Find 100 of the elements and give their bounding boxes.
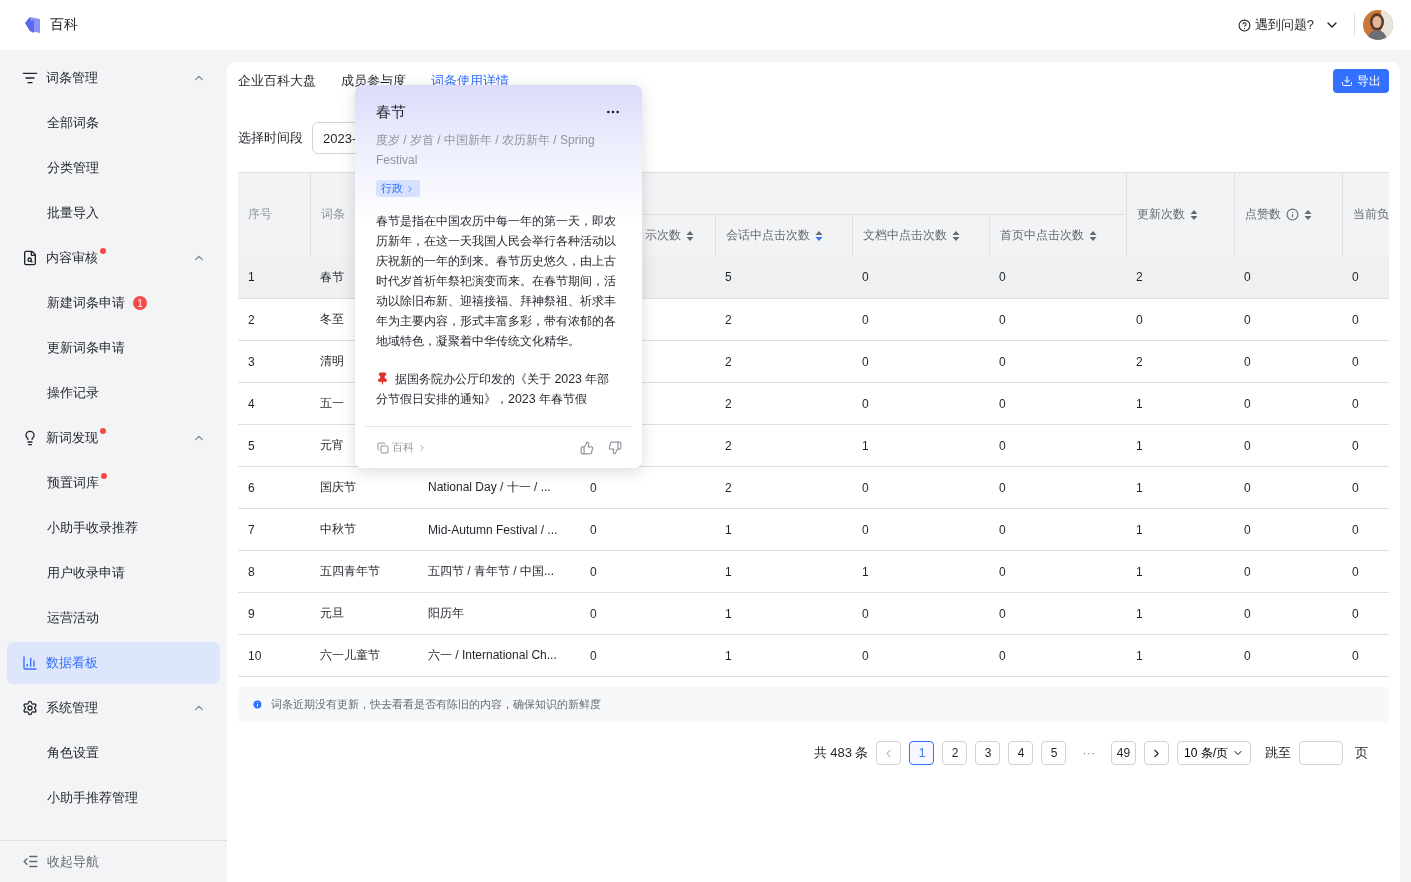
table-cell: 0 bbox=[1342, 382, 1389, 425]
table-cell: 1 bbox=[1126, 592, 1234, 635]
table-cell: 0 bbox=[989, 340, 1126, 383]
table-cell: 0 bbox=[1234, 340, 1342, 383]
nav-group[interactable]: 内容审核 bbox=[7, 237, 220, 279]
table-cell: 0 bbox=[1342, 466, 1389, 509]
help-icon bbox=[1237, 18, 1251, 32]
total-count: 共 483 条 bbox=[813, 744, 869, 762]
table-cell: 0 bbox=[1342, 298, 1389, 341]
table-row[interactable]: 6 国庆节 National Day / 十一 / ... 0 2 0 0 1 0 0 bbox=[238, 466, 1389, 509]
nav-item[interactable]: 新建词条申请 1 bbox=[7, 282, 220, 324]
table-cell: Mid-Autumn Festival / ... bbox=[418, 508, 580, 551]
table-cell: 2 bbox=[715, 298, 852, 341]
column-header[interactable]: 点赞数 bbox=[1234, 172, 1342, 257]
table-cell: 2 bbox=[715, 424, 852, 467]
table-cell: 10 bbox=[238, 634, 310, 677]
thumbs-down-icon[interactable] bbox=[608, 440, 622, 455]
table-cell: 0 bbox=[989, 466, 1126, 509]
nav-item[interactable]: 更新词条申请 bbox=[7, 327, 220, 369]
column-header: 当前负 bbox=[1342, 172, 1389, 257]
help-button[interactable]: 遇到问题? bbox=[1237, 16, 1314, 34]
nav-item[interactable]: 分类管理 bbox=[7, 147, 220, 189]
table-cell: 0 bbox=[852, 298, 989, 341]
nav-item[interactable]: 小助手收录推荐 bbox=[7, 507, 220, 549]
page-button[interactable]: 4 bbox=[1008, 741, 1034, 765]
table-cell: 2 bbox=[1126, 340, 1234, 383]
table-cell: 0 bbox=[1234, 508, 1342, 551]
table-cell: 0 bbox=[852, 256, 989, 299]
table-cell: 8 bbox=[238, 550, 310, 593]
table-cell: 1 bbox=[1126, 634, 1234, 677]
table-cell: 1 bbox=[1126, 508, 1234, 551]
chevron-right-icon bbox=[405, 183, 415, 194]
nav-item[interactable]: 小助手推荐管理 bbox=[7, 777, 220, 819]
table-cell: 1 bbox=[715, 592, 852, 635]
alias-list: 度岁 / 岁首 / 中国新年 / 农历新年 / Spring Festival bbox=[376, 130, 621, 170]
table-cell: 0 bbox=[1234, 550, 1342, 593]
nav-item[interactable]: 批量导入 bbox=[7, 192, 220, 234]
nav-item[interactable]: 全部词条 bbox=[7, 102, 220, 144]
list-filter-icon bbox=[22, 70, 38, 86]
jump-label: 跳至 bbox=[1265, 744, 1291, 762]
column-header[interactable]: 文档中点击次数 bbox=[852, 214, 989, 257]
table-cell: 0 bbox=[1342, 550, 1389, 593]
table-cell: 0 bbox=[580, 550, 715, 593]
previous-page-button[interactable] bbox=[876, 741, 902, 765]
page-jump-field[interactable] bbox=[1299, 741, 1343, 765]
nav-item[interactable]: 用户收录申请 bbox=[7, 552, 220, 594]
table-cell: 0 bbox=[989, 298, 1126, 341]
page-button[interactable]: 3 bbox=[975, 741, 1001, 765]
table-cell: 1 bbox=[238, 256, 310, 299]
file-search-icon bbox=[22, 250, 38, 266]
table-cell: 7 bbox=[238, 508, 310, 551]
table-row[interactable]: 9 元旦 阳历年 0 1 0 0 1 0 0 bbox=[238, 592, 1389, 635]
table-cell: 1 bbox=[852, 424, 989, 467]
nav-item[interactable]: 预置词库 bbox=[7, 462, 220, 504]
table-cell: 0 bbox=[852, 634, 989, 677]
chevron-right-icon bbox=[417, 442, 427, 453]
page-unit: 页 bbox=[1355, 744, 1368, 762]
page-button[interactable]: 5 bbox=[1041, 741, 1067, 765]
table-cell: 4 bbox=[238, 382, 310, 425]
nav-item[interactable]: 运营活动 bbox=[7, 597, 220, 639]
table-row[interactable]: 7 中秋节 Mid-Autumn Festival / ... 0 1 0 0 1 0 0 bbox=[238, 508, 1389, 551]
nav-item[interactable]: 角色设置 bbox=[7, 732, 220, 774]
page-size-select[interactable]: 10 条/页 bbox=[1177, 741, 1251, 765]
table-cell: 0 bbox=[1342, 256, 1389, 299]
table-cell: 1 bbox=[1126, 466, 1234, 509]
nav-item[interactable]: 数据看板 bbox=[7, 642, 220, 684]
nav-group[interactable]: 新词发现 bbox=[7, 417, 220, 459]
page-button[interactable]: 2 bbox=[942, 741, 968, 765]
nav-group[interactable]: 系统管理 bbox=[7, 687, 220, 729]
next-page-button[interactable] bbox=[1144, 741, 1169, 765]
table-cell: 五四节 / 青年节 / 中国... bbox=[418, 550, 580, 593]
logo-icon bbox=[24, 16, 42, 34]
table-cell: 0 bbox=[989, 256, 1126, 299]
table-cell: 0 bbox=[1342, 634, 1389, 677]
table-cell: 0 bbox=[852, 340, 989, 383]
table-cell: 1 bbox=[715, 550, 852, 593]
table-cell: 0 bbox=[989, 508, 1126, 551]
export-button[interactable]: 导出 bbox=[1333, 69, 1389, 93]
nav-group[interactable]: 词条管理 bbox=[7, 57, 220, 99]
table-cell: 0 bbox=[1234, 256, 1342, 299]
collapse-nav-button[interactable]: 收起导航 bbox=[22, 852, 99, 871]
column-header[interactable]: 更新次数 bbox=[1126, 172, 1234, 257]
page-button[interactable]: 1 bbox=[909, 741, 935, 765]
column-header[interactable]: 首页中点击次数 bbox=[989, 214, 1126, 257]
column-header[interactable]: 会话中点击次数 bbox=[715, 214, 852, 257]
nav-item[interactable]: 操作记录 bbox=[7, 372, 220, 414]
page-button[interactable]: 49 bbox=[1111, 741, 1136, 765]
filter-label: 选择时间段 bbox=[238, 129, 303, 147]
table-cell: 0 bbox=[852, 592, 989, 635]
table-cell: 0 bbox=[989, 550, 1126, 593]
table-row[interactable]: 8 五四青年节 五四节 / 青年节 / 中国... 0 1 1 0 1 0 0 bbox=[238, 550, 1389, 593]
table-cell: 阳历年 bbox=[418, 592, 580, 635]
tab[interactable]: 企业百科大盘 bbox=[238, 72, 316, 90]
copy-icon bbox=[377, 441, 389, 454]
table-cell: 0 bbox=[1126, 298, 1234, 341]
table-row[interactable]: 10 六一儿童节 六一 / International Ch... 0 1 0 0 1 0 0 bbox=[238, 634, 1389, 677]
table-cell: 0 bbox=[1234, 634, 1342, 677]
table-cell: 3 bbox=[238, 340, 310, 383]
thumbs-up-icon[interactable] bbox=[580, 440, 594, 455]
lightbulb-icon bbox=[22, 430, 38, 446]
